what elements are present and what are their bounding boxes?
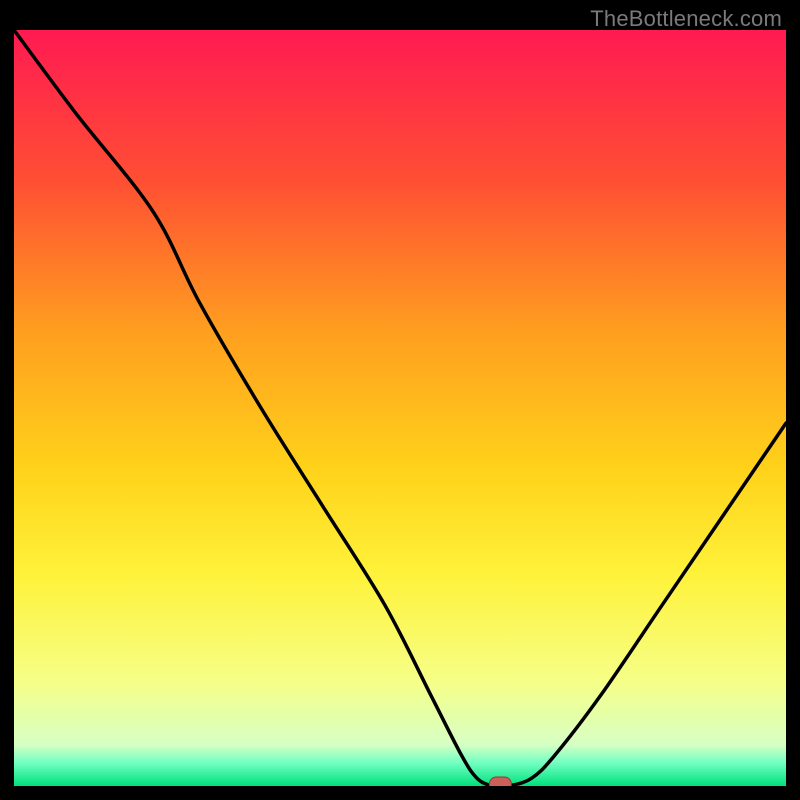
- plot-area: [14, 30, 786, 786]
- chart-frame: TheBottleneck.com: [0, 0, 800, 800]
- watermark-text: TheBottleneck.com: [590, 6, 782, 32]
- optimal-marker: [489, 777, 511, 786]
- plot-svg: [14, 30, 786, 786]
- gradient-background: [14, 30, 786, 786]
